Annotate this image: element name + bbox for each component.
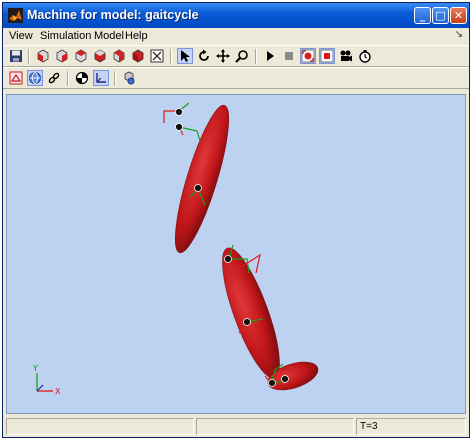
link-icon[interactable] <box>46 70 62 86</box>
axis-y-label: Y <box>32 364 38 373</box>
menu-bar: View Simulation Model Help ↘ <box>3 28 469 45</box>
foot-cg-marker[interactable] <box>281 375 289 383</box>
view-back-icon[interactable] <box>54 48 70 64</box>
pan-icon[interactable] <box>215 48 231 64</box>
status-info-cell <box>196 418 354 435</box>
axis-x-label: X <box>55 387 61 396</box>
world-axis-triad <box>36 373 53 392</box>
thigh-cg-marker[interactable] <box>194 184 202 192</box>
ankle-joint[interactable] <box>268 379 276 387</box>
status-bar: T=3 <box>3 416 469 437</box>
coordinate-frames-icon[interactable] <box>93 70 109 86</box>
menu-simulation[interactable]: Simulation <box>40 30 91 42</box>
status-time-cell: T=3 <box>356 418 466 435</box>
toolbar-main <box>3 45 469 67</box>
shank-segment[interactable] <box>211 242 290 383</box>
save-icon[interactable] <box>8 48 24 64</box>
color-icon[interactable] <box>8 70 24 86</box>
rotate-icon[interactable] <box>196 48 212 64</box>
centers-of-gravity-icon[interactable] <box>74 70 90 86</box>
play-icon[interactable] <box>262 48 278 64</box>
close-button[interactable]: ✕ <box>450 7 467 24</box>
title-bar[interactable]: Machine for model: gaitcycle _ □ ✕ <box>3 3 469 28</box>
viewport-canvas: Y X <box>32 102 319 396</box>
timer-icon[interactable] <box>357 48 373 64</box>
view-top-icon[interactable] <box>73 48 89 64</box>
machine-window: Machine for model: gaitcycle _ □ ✕ View … <box>2 2 470 438</box>
menu-help[interactable]: Help <box>125 30 148 42</box>
select-pointer-icon[interactable] <box>177 48 193 64</box>
fit-view-icon[interactable] <box>149 48 165 64</box>
machine-viewport[interactable]: Y X <box>6 94 466 414</box>
window-title: Machine for model: gaitcycle <box>27 8 199 22</box>
hip-frame <box>163 102 201 142</box>
hip-joint-upper[interactable] <box>175 108 183 116</box>
knee-joint[interactable] <box>224 255 232 263</box>
hip-joint-lower[interactable] <box>175 123 183 131</box>
toolbar-display <box>3 67 469 89</box>
menu-dock-arrow-icon[interactable]: ↘ <box>455 29 463 40</box>
simulation-time: T=3 <box>360 421 378 432</box>
camera-icon[interactable] <box>338 48 354 64</box>
stop-icon[interactable] <box>281 48 297 64</box>
matlab-logo-icon <box>8 8 23 23</box>
menu-model[interactable]: Model <box>94 30 124 42</box>
record-start-icon[interactable] <box>300 48 316 64</box>
view-bottom-icon[interactable] <box>92 48 108 64</box>
record-stop-icon[interactable] <box>319 48 335 64</box>
minimize-button[interactable]: _ <box>414 7 431 24</box>
view-right-icon[interactable] <box>130 48 146 64</box>
maximize-button[interactable]: □ <box>432 7 449 24</box>
view-front-icon[interactable] <box>35 48 51 64</box>
view-left-icon[interactable] <box>111 48 127 64</box>
status-message-cell <box>6 418 194 435</box>
menu-view[interactable]: View <box>9 30 33 42</box>
shank-cg-marker[interactable] <box>243 318 251 326</box>
settings-icon[interactable] <box>121 70 137 86</box>
globe-icon[interactable] <box>27 70 43 86</box>
zoom-icon[interactable] <box>234 48 250 64</box>
